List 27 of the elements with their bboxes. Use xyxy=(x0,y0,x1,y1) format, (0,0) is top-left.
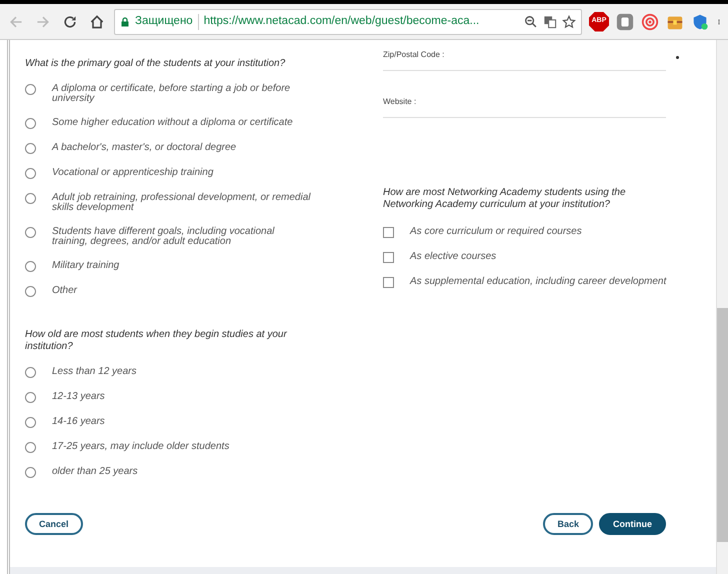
option-label: Other xyxy=(52,286,78,296)
option-label: older than 25 years xyxy=(52,467,139,477)
option-label: As supplemental education, including career development xyxy=(410,277,668,287)
text-field[interactable]: Zip/Postal Code : xyxy=(383,49,666,71)
option-label: A bachelor's, master's, or doctoral degree xyxy=(52,143,238,153)
option-label: A diploma or certificate, before starting a job or before university xyxy=(52,84,292,104)
option-label: Military training xyxy=(52,261,120,271)
question-text: How are most Networking Academy students using the Networking Academy curriculum at your institution? xyxy=(383,187,627,211)
address-bar[interactable]: Защищено https://www.netacad.com/en/web/guest/become-aca... xyxy=(114,8,582,34)
secure-label: Защищено xyxy=(135,14,193,29)
option-label: As core curriculum or required courses xyxy=(410,227,583,237)
option-label: As elective courses xyxy=(410,252,498,262)
text-field[interactable]: Website : xyxy=(383,96,666,118)
option-label: Vocational or apprenticeship training xyxy=(52,168,214,178)
option-label: 17-25 years, may include older students xyxy=(52,442,230,452)
question-text: What is the primary goal of the students at your institution? xyxy=(25,58,286,70)
question-text: How old are most students when they begin studies at your institution? xyxy=(25,329,288,353)
option-label: Students have different goals, including vocational training, degrees, and/or adult education xyxy=(52,227,276,247)
option-label: Some higher education without a diploma or certificate xyxy=(52,118,294,128)
option-label: 14-16 years xyxy=(52,417,106,427)
option-label: 12-13 years xyxy=(52,392,106,402)
continue-button[interactable]: Continue xyxy=(599,513,666,535)
url-text: https://www.netacad.com/en/web/guest/become-aca... xyxy=(204,14,480,29)
back-button[interactable]: Back xyxy=(543,513,593,535)
option-label: Adult job retraining, professional development, or remedial skills development xyxy=(52,193,312,213)
cancel-button[interactable]: Cancel xyxy=(25,513,83,535)
option-label: Less than 12 years xyxy=(52,367,138,377)
